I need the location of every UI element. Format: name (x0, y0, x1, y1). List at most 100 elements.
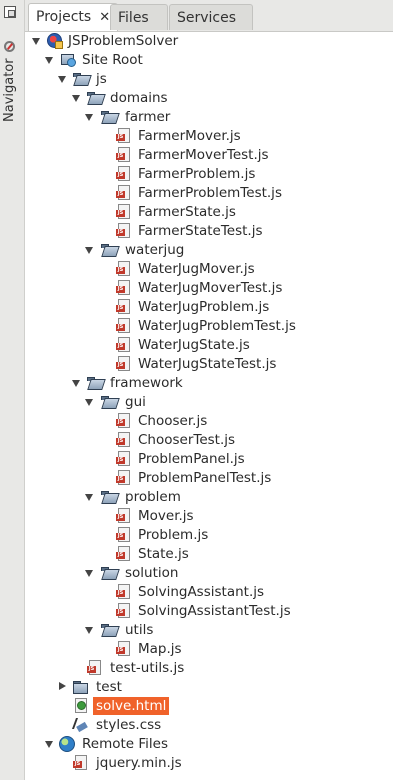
tree-node-label: WaterJugProblem.js (138, 299, 270, 315)
js-file-icon (115, 584, 131, 599)
tree-node[interactable]: State.js (25, 544, 393, 563)
tree-node[interactable]: gui (25, 392, 393, 411)
tree-node[interactable]: WaterJugMoverTest.js (25, 278, 393, 297)
tree-node[interactable]: WaterJugState.js (25, 335, 393, 354)
expand-toggle-icon[interactable] (85, 570, 93, 577)
tree-node[interactable]: JSProblemSolver (25, 31, 393, 50)
expand-toggle-icon[interactable] (59, 682, 66, 690)
js-file-icon (115, 641, 131, 656)
tree-node[interactable]: FarmerState.js (25, 202, 393, 221)
folder-open-icon (100, 622, 116, 637)
tree-node-label: FarmerMover.js (138, 128, 241, 144)
tree-node-label: gui (125, 394, 146, 410)
tree-node-label: SolvingAssistant.js (138, 584, 265, 600)
tree-node[interactable]: SolvingAssistant.js (25, 582, 393, 601)
close-icon[interactable]: ✕ (99, 10, 110, 25)
js-file-icon (115, 451, 131, 466)
js-file-icon (115, 261, 131, 276)
tree-node-label: ChooserTest.js (138, 432, 236, 448)
tree-node[interactable]: FarmerMoverTest.js (25, 145, 393, 164)
tree-node-label: SolvingAssistantTest.js (138, 603, 291, 619)
tree-node[interactable]: FarmerStateTest.js (25, 221, 393, 240)
tree-node[interactable]: SolvingAssistantTest.js (25, 601, 393, 620)
tree-node[interactable]: FarmerMover.js (25, 126, 393, 145)
navigator-tab[interactable]: Navigator (2, 26, 17, 122)
js-file-icon (115, 527, 131, 542)
tree-node[interactable]: Problem.js (25, 525, 393, 544)
tab-files[interactable]: Files (110, 4, 168, 30)
tree-node[interactable]: problem (25, 487, 393, 506)
js-file-icon (115, 432, 131, 447)
expand-toggle-icon[interactable] (85, 247, 93, 254)
tree-node-label: framework (110, 375, 183, 391)
expand-toggle-icon[interactable] (32, 38, 40, 45)
tree-node-label: Map.js (138, 641, 182, 657)
tree-node-label: FarmerProblem.js (138, 166, 256, 182)
tree-node-label: test-utils.js (110, 660, 185, 676)
tree-node[interactable]: WaterJugMover.js (25, 259, 393, 278)
tree-node-label: Chooser.js (138, 413, 208, 429)
tree-node[interactable]: jquery.min.js (25, 753, 393, 772)
tree-node-label: solution (125, 565, 179, 581)
folder-open-icon (100, 489, 116, 504)
js-file-icon (115, 185, 131, 200)
expand-toggle-icon[interactable] (85, 494, 93, 501)
tree-node-label: farmer (125, 109, 171, 125)
expand-toggle-icon[interactable] (58, 76, 66, 83)
tree-node[interactable]: ProblemPanel.js (25, 449, 393, 468)
tree-node[interactable]: ProblemPanelTest.js (25, 468, 393, 487)
js-file-icon (115, 603, 131, 618)
tree-node[interactable]: Site Root (25, 50, 393, 69)
js-file-icon (115, 337, 131, 352)
tree-node[interactable]: WaterJugProblem.js (25, 297, 393, 316)
tree-node-label: Site Root (82, 52, 143, 68)
minimize-window-icon[interactable] (4, 6, 16, 18)
tab-services-label: Services (177, 10, 237, 26)
compass-icon (4, 41, 15, 53)
tree-node[interactable]: test-utils.js (25, 658, 393, 677)
folder-open-icon (86, 375, 102, 390)
expand-toggle-icon[interactable] (85, 114, 93, 121)
tree-node[interactable]: WaterJugStateTest.js (25, 354, 393, 373)
tree-node-selected[interactable]: solve.html (25, 696, 393, 715)
js-file-icon (115, 280, 131, 295)
js-file-icon (115, 147, 131, 162)
expand-toggle-icon[interactable] (72, 95, 80, 102)
tree-node[interactable]: WaterJugProblemTest.js (25, 316, 393, 335)
folder-open-icon (100, 565, 116, 580)
expand-toggle-icon[interactable] (85, 399, 93, 406)
folder-open-icon (72, 71, 88, 86)
js-file-icon (115, 546, 131, 561)
tree-node-label: WaterJugStateTest.js (138, 356, 277, 372)
tab-projects[interactable]: Projects ✕ (28, 3, 119, 31)
tree-node[interactable]: styles.css (25, 715, 393, 734)
tree-node[interactable]: Map.js (25, 639, 393, 658)
tree-node-label: WaterJugMover.js (138, 261, 255, 277)
tree-node[interactable]: FarmerProblemTest.js (25, 183, 393, 202)
tree-node-label: problem (125, 489, 181, 505)
tree-node-label: State.js (138, 546, 189, 562)
tree-node[interactable]: domains (25, 88, 393, 107)
tree-node[interactable]: framework (25, 373, 393, 392)
folder-icon (72, 679, 88, 694)
tree-node[interactable]: Chooser.js (25, 411, 393, 430)
tree-node-label: FarmerMoverTest.js (138, 147, 269, 163)
tree-node[interactable]: Mover.js (25, 506, 393, 525)
tree-node[interactable]: ChooserTest.js (25, 430, 393, 449)
tree-node[interactable]: FarmerProblem.js (25, 164, 393, 183)
tree-node[interactable]: test (25, 677, 393, 696)
navigator-label: Navigator (2, 58, 17, 122)
tree-node[interactable]: Remote Files (25, 734, 393, 753)
tree-node[interactable]: js (25, 69, 393, 88)
expand-toggle-icon[interactable] (45, 57, 53, 64)
tree-node[interactable]: farmer (25, 107, 393, 126)
tree-node[interactable]: waterjug (25, 240, 393, 259)
tree-node-label: domains (110, 90, 168, 106)
expand-toggle-icon[interactable] (85, 627, 93, 634)
tree-node[interactable]: solution (25, 563, 393, 582)
tab-services[interactable]: Services (169, 4, 253, 30)
expand-toggle-icon[interactable] (72, 380, 80, 387)
js-file-icon (115, 166, 131, 181)
tree-node[interactable]: utils (25, 620, 393, 639)
expand-toggle-icon[interactable] (45, 741, 53, 748)
